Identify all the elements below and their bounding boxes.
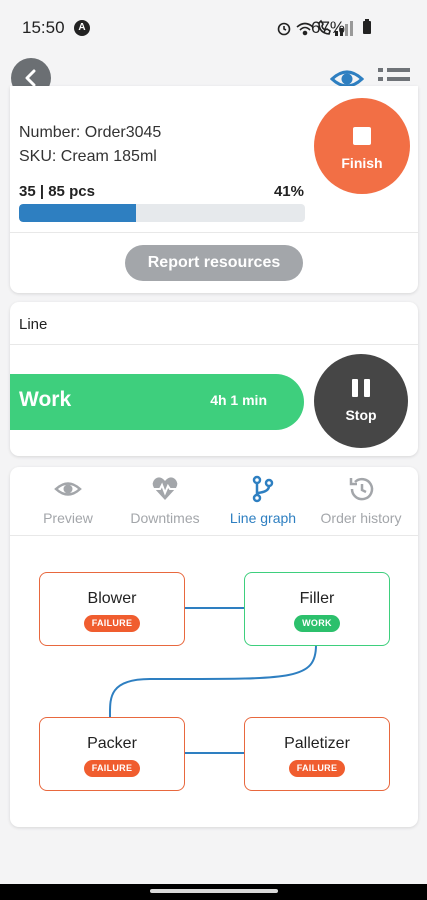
- work-status-bar: Work 4h 1 min: [10, 374, 304, 430]
- connector-filler-packer: [108, 644, 317, 718]
- node-palletizer[interactable]: Palletizer FAILURE: [244, 717, 390, 791]
- divider: [10, 344, 418, 345]
- node-packer[interactable]: Packer FAILURE: [39, 717, 185, 791]
- order-sku: SKU: Cream 185ml: [19, 148, 157, 165]
- notification-badge: A: [74, 20, 90, 36]
- battery-icon: [363, 19, 371, 34]
- stop-label: Stop: [345, 407, 377, 423]
- node-blower[interactable]: Blower FAILURE: [39, 572, 185, 646]
- stop-square-icon: [353, 127, 371, 145]
- progress-fill: [19, 204, 137, 222]
- report-resources-button[interactable]: Report resources: [125, 245, 303, 281]
- node-name: Filler: [299, 590, 335, 607]
- battery-percent: 67%: [311, 18, 346, 37]
- work-status-label: Work: [19, 388, 72, 411]
- progress-percent: 41%: [273, 183, 304, 200]
- finish-button[interactable]: Finish: [314, 98, 410, 194]
- node-name: Packer: [87, 735, 137, 752]
- order-number: Number: Order3045: [19, 124, 162, 141]
- status-bar: 15:50 A 67%: [0, 0, 427, 56]
- alarm-icon: [277, 22, 291, 36]
- stop-button[interactable]: Stop: [314, 354, 408, 448]
- status-badge: FAILURE: [83, 615, 141, 632]
- finish-label: Finish: [341, 155, 383, 171]
- line-title: Line: [19, 316, 48, 333]
- status-time: 15:50: [22, 18, 65, 37]
- system-nav-bar: [0, 884, 427, 900]
- progress-bar: [19, 204, 305, 222]
- node-name: Palletizer: [284, 735, 350, 752]
- status-badge: FAILURE: [83, 760, 141, 777]
- home-handle[interactable]: [150, 889, 278, 893]
- work-duration: 4h 1 min: [210, 392, 267, 408]
- pause-icon: [352, 379, 370, 397]
- node-name: Blower: [87, 590, 137, 607]
- status-badge: WORK: [294, 615, 340, 632]
- line-graph-card: Preview Downtimes Line graph Order histo…: [10, 467, 418, 827]
- node-filler[interactable]: Filler WORK: [244, 572, 390, 646]
- back-arrow-icon: [25, 69, 36, 87]
- status-badge: FAILURE: [288, 760, 346, 777]
- divider: [10, 232, 418, 233]
- progress-count: 35 | 85 pcs: [19, 183, 95, 200]
